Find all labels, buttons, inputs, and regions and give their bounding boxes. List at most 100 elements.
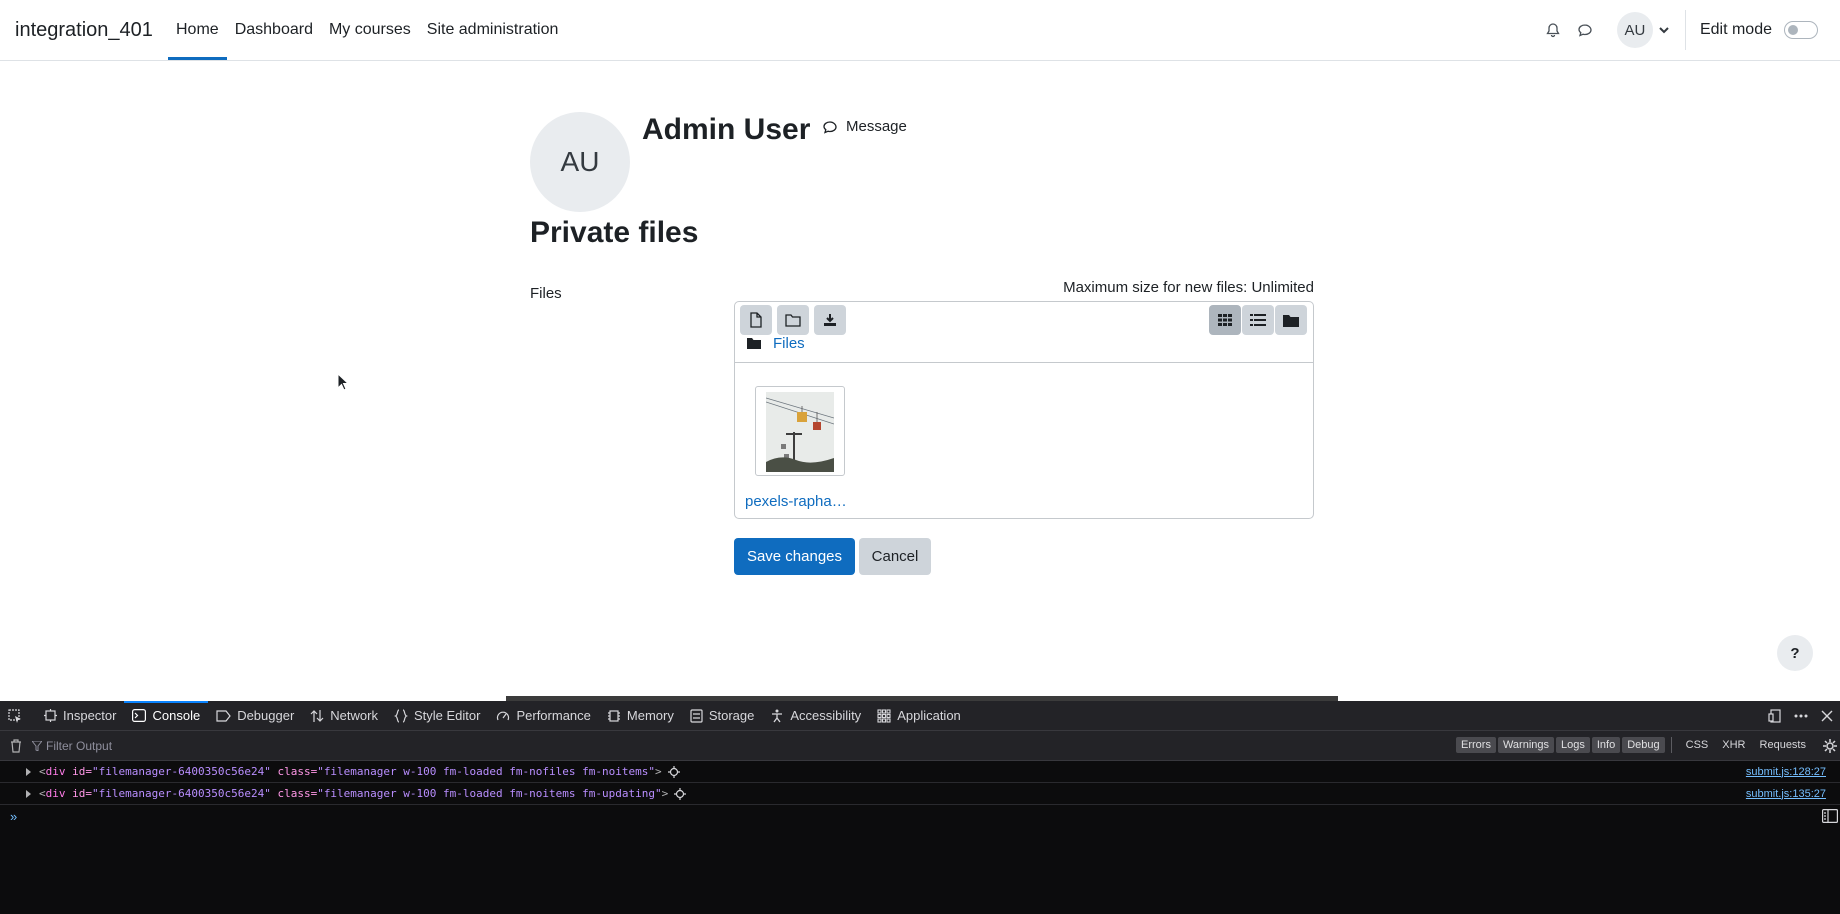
filter-css-button[interactable]: CSS bbox=[1680, 737, 1715, 753]
console-filter-bar: Filter Output Errors Warnings Logs Info … bbox=[0, 731, 1840, 761]
edit-mode-label: Edit mode bbox=[1699, 21, 1772, 38]
tab-network[interactable]: Network bbox=[302, 701, 386, 731]
help-button[interactable]: ? bbox=[1777, 635, 1813, 671]
nav-my-courses[interactable]: My courses bbox=[321, 0, 419, 60]
tab-accessibility-label: Accessibility bbox=[790, 708, 862, 723]
tab-accessibility[interactable]: Accessibility bbox=[762, 701, 869, 731]
tab-application-label: Application bbox=[897, 708, 961, 723]
tab-application[interactable]: Application bbox=[869, 701, 969, 731]
tab-debugger[interactable]: Debugger bbox=[208, 701, 302, 731]
devtools-panel: Inspector Console Debugger Network Style… bbox=[0, 700, 1840, 914]
console-level-filters: Errors Warnings Logs Info Debug CSS XHR … bbox=[1454, 737, 1812, 753]
performance-icon bbox=[497, 711, 510, 720]
grid-icon bbox=[1218, 314, 1232, 326]
nav-site-administration[interactable]: Site administration bbox=[419, 0, 567, 60]
edit-mode-toggle[interactable] bbox=[1784, 21, 1818, 39]
message-source-link[interactable]: submit.js:135:27 bbox=[1746, 788, 1826, 800]
inspect-node-icon[interactable] bbox=[674, 787, 687, 800]
primary-navigation: Home Dashboard My courses Site administr… bbox=[168, 0, 566, 60]
create-folder-button[interactable] bbox=[777, 305, 809, 335]
tab-storage-label: Storage bbox=[708, 708, 755, 723]
tab-inspector[interactable]: Inspector bbox=[36, 701, 124, 731]
message-tag: div bbox=[45, 765, 66, 778]
folder-icon bbox=[1283, 314, 1299, 327]
inspector-icon bbox=[44, 709, 57, 722]
network-icon bbox=[310, 709, 324, 722]
tab-console[interactable]: Console bbox=[124, 700, 208, 731]
profile-name: Admin User bbox=[642, 113, 811, 146]
file-thumbnail[interactable] bbox=[755, 386, 845, 476]
filter-output-input[interactable]: Filter Output bbox=[32, 739, 112, 753]
filter-errors-button[interactable]: Errors bbox=[1456, 737, 1496, 753]
trash-icon[interactable] bbox=[10, 738, 22, 753]
cancel-button[interactable]: Cancel bbox=[859, 538, 931, 575]
list-icon bbox=[1250, 314, 1266, 326]
inspect-node-icon[interactable] bbox=[667, 765, 680, 778]
folder-outline-icon bbox=[785, 314, 801, 327]
console-message[interactable]: < div id= " filemanager-6400350c56e24 " clas… bbox=[0, 761, 1840, 783]
tab-style-editor[interactable]: Style Editor bbox=[386, 701, 488, 731]
filter-divider bbox=[1670, 737, 1672, 753]
tab-performance-label: Performance bbox=[516, 708, 591, 723]
close-devtools-icon[interactable] bbox=[1814, 710, 1840, 722]
download-all-button[interactable] bbox=[814, 305, 846, 335]
nav-dashboard[interactable]: Dashboard bbox=[227, 0, 321, 60]
profile-avatar: AU bbox=[530, 112, 630, 212]
message-class: filemanager w-100 fm-loaded fm-noitems f… bbox=[323, 787, 655, 800]
view-icons-button[interactable] bbox=[1209, 305, 1241, 335]
message-source-link[interactable]: submit.js:128:27 bbox=[1746, 766, 1826, 778]
file-manager-breadcrumb: Files bbox=[747, 335, 805, 352]
page-title: Private files bbox=[530, 216, 699, 249]
message-class: filemanager w-100 fm-loaded fm-nofiles f… bbox=[323, 765, 649, 778]
console-input[interactable]: » bbox=[0, 805, 1840, 827]
download-icon bbox=[824, 314, 836, 326]
filter-warnings-button[interactable]: Warnings bbox=[1497, 737, 1555, 753]
tab-performance[interactable]: Performance bbox=[488, 701, 598, 731]
filter-debug-button[interactable]: Debug bbox=[1622, 737, 1665, 753]
expand-triangle-icon[interactable] bbox=[26, 767, 31, 776]
filter-requests-button[interactable]: Requests bbox=[1754, 737, 1812, 753]
filter-info-button[interactable]: Info bbox=[1591, 737, 1621, 753]
console-settings-gear-icon[interactable] bbox=[1822, 738, 1838, 754]
cable-car-image bbox=[766, 392, 834, 472]
filter-logs-button[interactable]: Logs bbox=[1556, 737, 1590, 753]
user-menu-avatar[interactable]: AU bbox=[1616, 12, 1653, 48]
console-message[interactable]: < div id= " filemanager-6400350c56e24 " clas… bbox=[0, 783, 1840, 805]
element-picker-icon[interactable] bbox=[0, 701, 36, 731]
tab-debugger-label: Debugger bbox=[237, 708, 295, 723]
message-tag: div bbox=[45, 787, 66, 800]
file-icon bbox=[750, 312, 762, 328]
filter-xhr-button[interactable]: XHR bbox=[1716, 737, 1751, 753]
message-bubble-icon bbox=[823, 120, 837, 134]
files-field-label: Files bbox=[530, 285, 562, 302]
devtools-window-controls bbox=[1762, 701, 1840, 731]
navbar-divider bbox=[1684, 10, 1686, 50]
tab-style-editor-label: Style Editor bbox=[413, 708, 481, 723]
site-brand[interactable]: integration_401 bbox=[15, 19, 153, 42]
save-changes-button[interactable]: Save changes bbox=[734, 538, 855, 575]
editor-mode-icon[interactable] bbox=[1822, 809, 1838, 823]
message-user-link[interactable]: Message bbox=[822, 118, 907, 135]
console-icon bbox=[132, 709, 147, 722]
messages-bubble-icon[interactable] bbox=[1569, 14, 1601, 46]
tab-inspector-label: Inspector bbox=[63, 708, 117, 723]
chevron-down-icon[interactable] bbox=[1659, 26, 1669, 34]
view-tree-button[interactable] bbox=[1275, 305, 1307, 335]
view-list-button[interactable] bbox=[1242, 305, 1274, 335]
storage-icon bbox=[690, 708, 703, 723]
responsive-design-icon[interactable] bbox=[1762, 709, 1788, 723]
more-options-icon[interactable] bbox=[1788, 714, 1814, 718]
file-name-link[interactable]: pexels-rapha… bbox=[745, 493, 847, 510]
accessibility-icon bbox=[772, 709, 783, 722]
breadcrumb-files-link[interactable]: Files bbox=[773, 335, 805, 352]
expand-triangle-icon[interactable] bbox=[26, 789, 31, 798]
file-manager: Files pexels-rapha… bbox=[734, 301, 1314, 519]
folder-icon bbox=[747, 338, 761, 349]
memory-icon bbox=[607, 709, 620, 722]
nav-home[interactable]: Home bbox=[168, 0, 227, 60]
notifications-bell-icon[interactable] bbox=[1537, 14, 1569, 46]
add-file-button[interactable] bbox=[740, 305, 772, 335]
tab-memory[interactable]: Memory bbox=[599, 701, 682, 731]
tab-network-label: Network bbox=[330, 708, 378, 723]
tab-storage[interactable]: Storage bbox=[682, 701, 763, 731]
